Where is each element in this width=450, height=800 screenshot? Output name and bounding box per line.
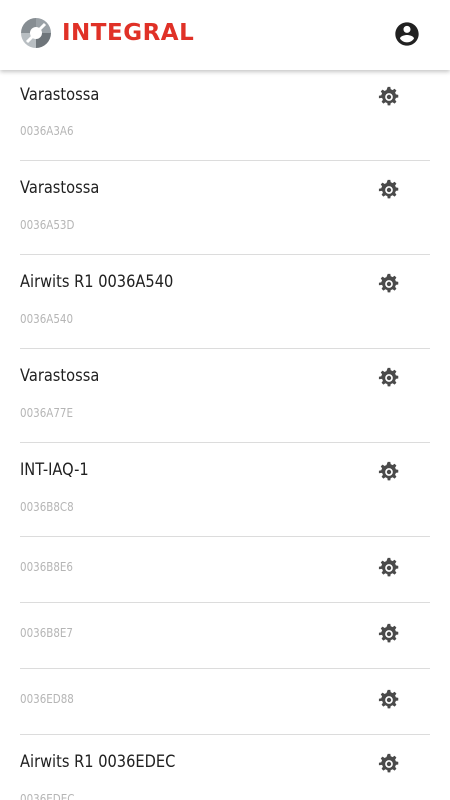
gear-icon[interactable] [378,367,400,389]
device-name: Varastossa [20,366,100,386]
gear-icon[interactable] [378,461,400,483]
app-root: INTEGRAL Varastossa 0036A3A6 Varastossa … [0,0,450,800]
gear-icon[interactable] [378,689,400,711]
app-bar: INTEGRAL [0,0,450,70]
device-id: 0036B8C8 [20,500,74,514]
brand-logo: INTEGRAL [19,16,194,50]
device-row[interactable]: 0036B8E7 [20,603,430,669]
device-name: Varastossa [20,178,100,198]
device-row[interactable]: Varastossa 0036A53D [20,161,430,255]
gear-icon[interactable] [378,753,400,775]
device-row[interactable]: Airwits R1 0036EDEC 0036EDEC [20,735,430,800]
gear-icon[interactable] [378,179,400,201]
device-row[interactable]: Airwits R1 0036A540 0036A540 [20,255,430,349]
device-id: 0036ED88 [20,692,74,706]
device-row[interactable]: Varastossa 0036A77E [20,349,430,443]
device-row[interactable]: INT-IAQ-1 0036B8C8 [20,443,430,537]
gear-icon[interactable] [378,623,400,645]
device-name: Varastossa [20,85,100,105]
gear-icon[interactable] [378,273,400,295]
gear-icon[interactable] [378,557,400,579]
device-id: 0036A540 [20,312,74,326]
device-id: 0036A53D [20,218,75,232]
device-id: 0036EDEC [20,792,75,800]
device-name: Airwits R1 0036A540 [20,272,174,292]
device-id: 0036B8E7 [20,626,73,640]
device-row[interactable]: Varastossa 0036A3A6 [20,70,430,161]
device-id: 0036A3A6 [20,124,74,138]
gear-icon[interactable] [378,86,400,108]
integral-logo-icon [21,18,51,48]
device-id: 0036B8E6 [20,560,73,574]
device-list: Varastossa 0036A3A6 Varastossa 0036A53D … [0,70,450,800]
account-circle-icon[interactable] [393,20,421,48]
device-id: 0036A77E [20,406,73,420]
device-name: INT-IAQ-1 [20,460,89,480]
device-name: Airwits R1 0036EDEC [20,752,176,772]
brand-name: INTEGRAL [62,20,195,46]
device-row[interactable]: 0036B8E6 [20,537,430,603]
device-row[interactable]: 0036ED88 [20,669,430,735]
